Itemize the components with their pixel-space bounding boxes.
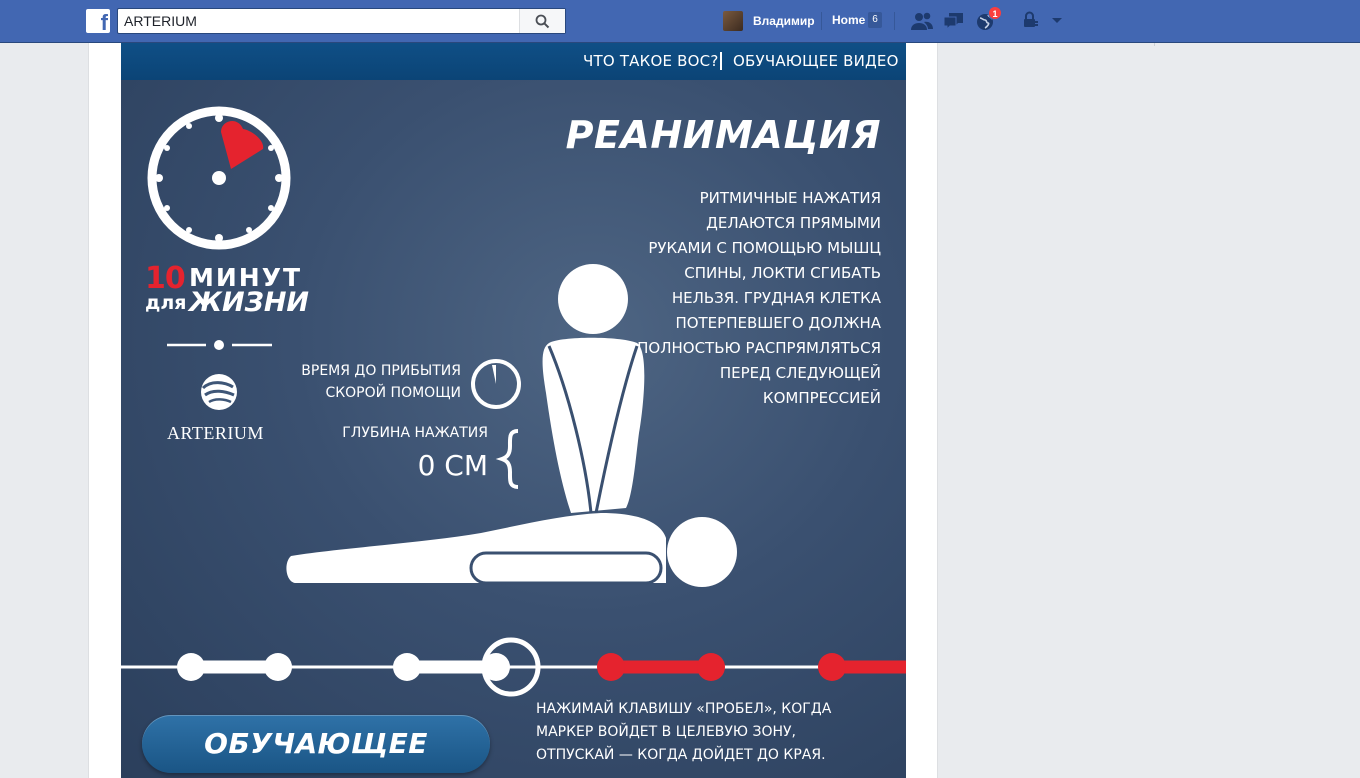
instructions-line: ПОЛНОСТЬЮ РАСПРЯМЛЯТЬСЯ bbox=[637, 339, 881, 357]
divider bbox=[821, 12, 822, 30]
friend-requests-icon[interactable] bbox=[910, 11, 934, 31]
divider bbox=[894, 12, 895, 30]
track-dot bbox=[393, 653, 421, 681]
brand-name: ARTERIUM bbox=[167, 423, 264, 443]
arterium-logo-icon bbox=[201, 374, 237, 410]
search-button[interactable] bbox=[519, 9, 565, 33]
logo-ten: 10 bbox=[145, 261, 186, 296]
avatar bbox=[723, 11, 743, 31]
home-link[interactable]: Home bbox=[832, 13, 865, 27]
depth-label: ГЛУБИНА НАЖАТИЯ bbox=[342, 425, 488, 441]
track-dot bbox=[697, 653, 725, 681]
instructions-line: ПОТЕРПЕВШЕГО ДОЛЖНА bbox=[675, 314, 881, 332]
track-dot bbox=[177, 653, 205, 681]
divider bbox=[1154, 43, 1155, 46]
logo-divider bbox=[167, 340, 272, 350]
reanimation-game-app[interactable]: ЧТО ТАКОЕ ВОС? ОБУЧАЮЩЕЕ ВИДЕО РЕАНИМАЦИ… bbox=[121, 43, 906, 778]
search-input[interactable] bbox=[118, 9, 520, 33]
messages-icon[interactable] bbox=[943, 11, 965, 31]
top-bar: f Владимир Home 6 1 bbox=[0, 0, 1360, 43]
hint-line: МАРКЕР ВОЙДЕТ В ЦЕЛЕВУЮ ЗОНУ, bbox=[536, 724, 797, 740]
controls-hint: НАЖИМАЙ КЛАВИШУ «ПРОБЕЛ», КОГДА МАРКЕР В… bbox=[536, 698, 831, 767]
instructions-line: РУКАМИ С ПОМОЩЬЮ МЫШЦ bbox=[648, 239, 881, 257]
search-box bbox=[117, 8, 566, 34]
facebook-logo-icon[interactable]: f bbox=[86, 9, 110, 35]
instructions-line: НЕЛЬЗЯ. ГРУДНАЯ КЛЕТКА bbox=[671, 289, 881, 307]
logo-for: для bbox=[145, 292, 187, 314]
track-dot bbox=[818, 653, 846, 681]
wait-time-label-line: ВРЕМЯ ДО ПРИБЫТИЯ bbox=[301, 363, 461, 379]
instructions-line: ПЕРЕД СЛЕДУЮЩЕЙ bbox=[719, 364, 881, 382]
notifications-badge: 1 bbox=[988, 6, 1002, 20]
account-menu-chevron-down-icon[interactable] bbox=[1051, 17, 1063, 25]
rhythm-track bbox=[121, 637, 906, 697]
instructions-line: ДЕЛАЮТСЯ ПРЯМЫМИ bbox=[706, 214, 881, 232]
timer-icon bbox=[471, 359, 521, 409]
instructions-text: РИТМИЧНЫЕ НАЖАТИЯ ДЕЛАЮТСЯ ПРЯМЫМИ РУКАМ… bbox=[637, 186, 881, 411]
profile-link[interactable]: Владимир bbox=[723, 10, 815, 32]
depth-brace-icon bbox=[495, 429, 519, 489]
depth-value: 0 СМ bbox=[417, 449, 488, 482]
page-title: РЕАНИМАЦИЯ bbox=[565, 113, 881, 157]
track-dot bbox=[597, 653, 625, 681]
home-count-badge: 6 bbox=[868, 12, 882, 28]
privacy-shortcuts-icon[interactable] bbox=[1022, 11, 1040, 29]
logo-life: ЖИЗНИ bbox=[189, 287, 310, 318]
instructions-line: РИТМИЧНЫЕ НАЖАТИЯ bbox=[699, 189, 881, 207]
hint-line: НАЖИМАЙ КЛАВИШУ «ПРОБЕЛ», КОГДА bbox=[536, 701, 832, 717]
instructions-line: КОМПРЕССИЕЙ bbox=[762, 389, 881, 407]
hint-line: ОТПУСКАЙ — КОГДА ДОЙДЕТ ДО КРАЯ. bbox=[536, 747, 826, 763]
track-dot bbox=[264, 653, 292, 681]
wait-time-label-line: СКОРОЙ ПОМОЩИ bbox=[325, 385, 461, 401]
training-video-button[interactable]: ОБУЧАЮЩЕЕ ВИДЕО bbox=[142, 715, 490, 773]
instructions-line: СПИНЫ, ЛОКТИ СГИБАТЬ bbox=[684, 264, 881, 282]
search-icon bbox=[535, 14, 550, 29]
user-name: Владимир bbox=[753, 14, 815, 28]
clock-icon bbox=[147, 106, 291, 250]
wait-time-label: ВРЕМЯ ДО ПРИБЫТИЯ СКОРОЙ ПОМОЩИ bbox=[291, 360, 461, 404]
